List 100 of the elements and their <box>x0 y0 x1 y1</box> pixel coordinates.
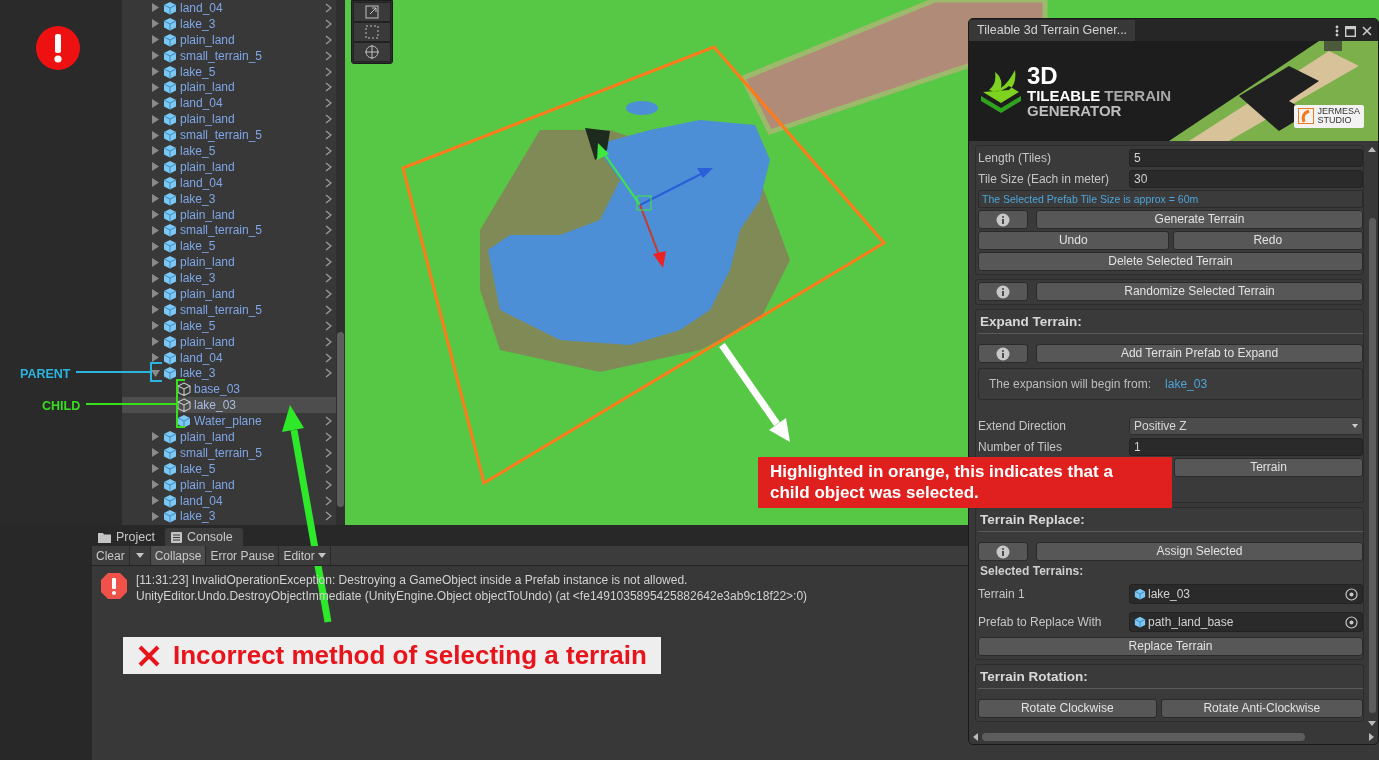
hierarchy-item[interactable]: small_terrain_5 <box>122 301 336 318</box>
action-button[interactable]: Generate Terrain <box>1036 210 1363 229</box>
crosshair-icon[interactable] <box>364 44 380 60</box>
object-field[interactable]: path_land_base <box>1129 612 1363 632</box>
object-link[interactable]: lake_03 <box>1165 375 1208 393</box>
dashed-square-icon[interactable] <box>364 24 380 40</box>
window-tab[interactable]: Tileable 3d Terrain Gener... <box>969 20 1136 41</box>
expand-arrow-icon[interactable] <box>151 464 160 474</box>
expand-arrow-icon[interactable] <box>151 496 160 506</box>
hierarchy-item[interactable]: base_03 <box>122 381 336 398</box>
hierarchy-item[interactable]: plain_land <box>122 476 336 493</box>
chevron-icon[interactable] <box>325 145 332 156</box>
hierarchy-item[interactable]: lake_5 <box>122 238 336 255</box>
info-button[interactable] <box>978 344 1028 363</box>
hierarchy-item[interactable]: lake_3 <box>122 508 336 525</box>
expand-arrow-icon[interactable] <box>151 225 160 235</box>
hierarchy-item[interactable]: land_04 <box>122 492 336 509</box>
action-button[interactable]: Rotate Anti-Clockwise <box>1160 699 1363 718</box>
hierarchy-item[interactable]: small_terrain_5 <box>122 444 336 461</box>
chevron-icon[interactable] <box>325 495 332 506</box>
expand-arrow-icon[interactable] <box>151 146 160 156</box>
hierarchy-item[interactable]: plain_land <box>122 333 336 350</box>
action-button[interactable]: Add Terrain Prefab to Expand <box>1036 344 1363 363</box>
expand-arrow-icon[interactable] <box>151 273 160 283</box>
target-picker-icon[interactable] <box>1345 587 1358 601</box>
hierarchy-item[interactable]: plain_land <box>122 158 336 175</box>
hierarchy-item[interactable]: plain_land <box>122 429 336 445</box>
hierarchy-item[interactable]: lake_03 <box>122 397 336 414</box>
hierarchy-item[interactable]: plain_land <box>122 79 336 96</box>
chevron-icon[interactable] <box>325 34 332 45</box>
chevron-icon[interactable] <box>325 225 332 236</box>
expand-arrow-icon[interactable] <box>151 114 160 124</box>
maximize-icon[interactable] <box>1345 25 1356 37</box>
expand-arrow-icon[interactable] <box>151 130 160 140</box>
hierarchy-item[interactable]: land_04 <box>122 95 336 112</box>
action-button[interactable]: Assign Selected <box>1036 542 1363 561</box>
hierarchy-item[interactable]: land_04 <box>122 349 336 366</box>
action-button[interactable]: Rotate Clockwise <box>978 699 1157 718</box>
action-button[interactable]: Delete Selected Terrain <box>978 252 1363 271</box>
chevron-icon[interactable] <box>325 304 332 315</box>
expand-arrow-icon[interactable] <box>151 432 160 442</box>
action-button[interactable]: Terrain <box>1174 458 1363 477</box>
chevron-icon[interactable] <box>325 273 332 284</box>
action-button[interactable]: Replace Terrain <box>978 637 1363 656</box>
expand-arrow-icon[interactable] <box>151 353 160 363</box>
expand-arrow-icon[interactable] <box>151 194 160 204</box>
action-button[interactable]: Undo <box>978 231 1169 250</box>
expand-arrow-icon[interactable] <box>151 51 160 61</box>
chevron-icon[interactable] <box>325 416 332 427</box>
chevron-icon[interactable] <box>325 511 332 522</box>
chevron-icon[interactable] <box>325 209 332 220</box>
expand-arrow-icon[interactable] <box>151 241 160 251</box>
hierarchy-item[interactable]: plain_land <box>122 286 336 302</box>
input-field[interactable]: 5 <box>1129 148 1363 167</box>
chevron-icon[interactable] <box>325 82 332 93</box>
chevron-icon[interactable] <box>325 352 332 363</box>
expand-arrow-icon[interactable] <box>151 448 160 458</box>
chevron-icon[interactable] <box>325 98 332 109</box>
expand-arrow-icon[interactable] <box>151 3 160 13</box>
object-field[interactable]: lake_03 <box>1129 584 1363 604</box>
hierarchy-item[interactable]: small_terrain_5 <box>122 47 336 64</box>
expand-arrow-icon[interactable] <box>151 162 160 172</box>
chevron-icon[interactable] <box>325 432 332 442</box>
expand-arrow-icon[interactable] <box>151 67 160 76</box>
chevron-icon[interactable] <box>325 18 332 29</box>
hierarchy-item[interactable]: plain_land <box>122 31 336 48</box>
hierarchy-item[interactable]: lake_3 <box>122 15 336 32</box>
expand-arrow-icon[interactable] <box>151 337 160 347</box>
toggle-button[interactable]: Collapse <box>150 546 207 565</box>
hierarchy-item[interactable]: plain_land <box>122 111 336 128</box>
hierarchy-item[interactable]: lake_5 <box>122 317 336 334</box>
hierarchy-item[interactable]: land_04 <box>122 174 336 191</box>
input-field[interactable]: 30 <box>1129 169 1363 188</box>
expand-arrow-icon[interactable] <box>151 210 160 219</box>
expand-arrow-icon[interactable] <box>151 98 160 108</box>
expand-arrow-icon[interactable] <box>151 257 160 267</box>
chevron-icon[interactable] <box>325 66 332 77</box>
chevron-icon[interactable] <box>325 368 332 379</box>
expand-arrow-icon[interactable] <box>151 511 160 521</box>
hierarchy-item[interactable]: lake_5 <box>122 460 336 477</box>
hierarchy-item[interactable]: land_04 <box>122 0 336 16</box>
info-button[interactable] <box>978 282 1028 301</box>
info-button[interactable] <box>978 210 1028 229</box>
target-picker-icon[interactable] <box>1345 615 1358 629</box>
chevron-icon[interactable] <box>325 257 332 268</box>
hierarchy-item[interactable]: lake_5 <box>122 143 336 159</box>
chevron-icon[interactable] <box>325 320 332 331</box>
hierarchy-item[interactable]: lake_3 <box>122 270 336 287</box>
chevron-icon[interactable] <box>325 2 332 13</box>
expand-arrow-icon[interactable] <box>151 19 160 29</box>
expand-arrow-icon[interactable] <box>151 35 160 45</box>
chevron-icon[interactable] <box>325 130 332 141</box>
close-icon[interactable] <box>1362 26 1372 36</box>
panel-tab[interactable]: Project <box>92 528 165 546</box>
chevron-icon[interactable] <box>325 114 332 125</box>
chevron-icon[interactable] <box>325 193 332 204</box>
chevron-icon[interactable] <box>325 479 332 490</box>
chevron-icon[interactable] <box>325 463 332 474</box>
action-button[interactable]: Randomize Selected Terrain <box>1036 282 1363 301</box>
action-button[interactable]: Redo <box>1172 231 1363 250</box>
